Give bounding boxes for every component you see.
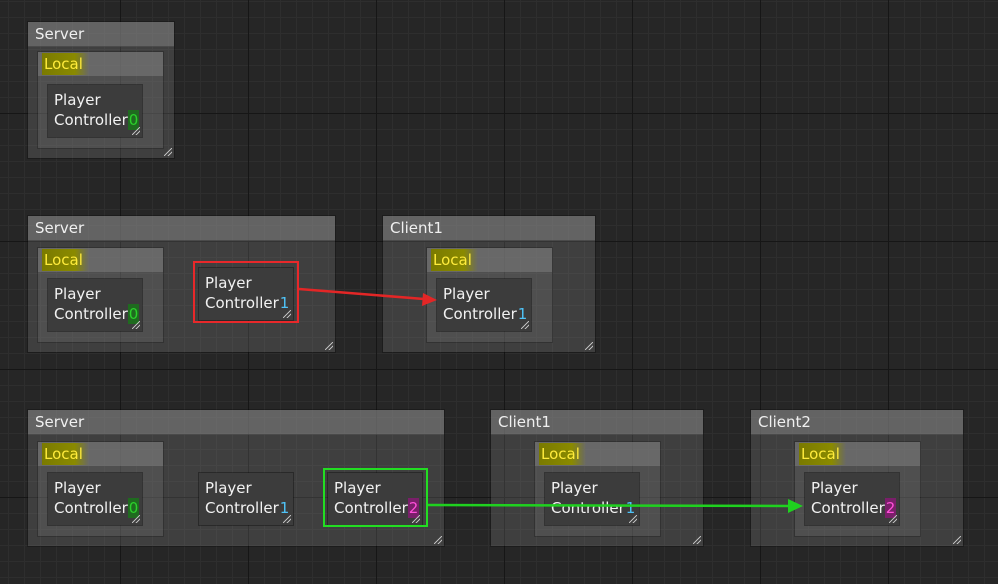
resize-grip-icon[interactable] [132, 321, 140, 329]
comment-title: Server [28, 22, 174, 47]
comment-title: Client1 [491, 410, 703, 435]
node-label-line1: Player [205, 479, 252, 497]
node-label-line2: Controller [551, 499, 625, 517]
resize-grip-icon[interactable] [585, 342, 593, 350]
resize-grip-icon[interactable] [693, 536, 701, 544]
local-label: Local [539, 443, 586, 465]
player-controller-node[interactable]: Player Controller2 [805, 473, 899, 525]
local-label: Local [431, 249, 478, 271]
resize-grip-icon[interactable] [132, 127, 140, 135]
local-label: Local [42, 443, 89, 465]
selection-highlight-red [193, 261, 299, 323]
comment-title: Server [28, 216, 335, 241]
node-label-line2: Controller [811, 499, 885, 517]
selection-highlight-green [323, 468, 428, 527]
player-controller-node[interactable]: Player Controller0 [48, 85, 142, 137]
node-label-line1: Player [54, 91, 101, 109]
player-controller-node[interactable]: Player Controller1 [437, 279, 531, 331]
client1-comment-row1[interactable]: Client1 Local Player Controller1 [383, 216, 595, 352]
comment-title: Server [28, 410, 444, 435]
player-controller-node[interactable]: Player Controller1 [545, 473, 639, 525]
client2-comment-row2[interactable]: Client2 Local Player Controller2 [751, 410, 963, 546]
local-label: Local [42, 249, 89, 271]
node-label-line1: Player [551, 479, 598, 497]
resize-grip-icon[interactable] [325, 342, 333, 350]
player-controller-node[interactable]: Player Controller0 [48, 279, 142, 331]
server-comment-row0[interactable]: Server Local Player Controller0 [28, 22, 174, 158]
resize-grip-icon[interactable] [132, 515, 140, 523]
player-controller-node[interactable]: Player Controller0 [48, 473, 142, 525]
resize-grip-icon[interactable] [521, 321, 529, 329]
comment-title: Client1 [383, 216, 595, 241]
local-label: Local [42, 53, 89, 75]
node-label-line1: Player [443, 285, 490, 303]
local-label: Local [799, 443, 846, 465]
resize-grip-icon[interactable] [629, 515, 637, 523]
node-label-line1: Player [54, 285, 101, 303]
node-label-line2: Controller [205, 499, 279, 517]
node-label-line2: Controller [54, 111, 128, 129]
resize-grip-icon[interactable] [283, 515, 291, 523]
resize-grip-icon[interactable] [889, 515, 897, 523]
node-label-line1: Player [811, 479, 858, 497]
node-label-line1: Player [54, 479, 101, 497]
comment-title: Client2 [751, 410, 963, 435]
resize-grip-icon[interactable] [164, 148, 172, 156]
node-label-line2: Controller [54, 305, 128, 323]
node-label-line2: Controller [443, 305, 517, 323]
player-controller-node[interactable]: Player Controller1 [199, 473, 293, 525]
resize-grip-icon[interactable] [953, 536, 961, 544]
node-label-line2: Controller [54, 499, 128, 517]
resize-grip-icon[interactable] [434, 536, 442, 544]
client1-comment-row2[interactable]: Client1 Local Player Controller1 [491, 410, 703, 546]
